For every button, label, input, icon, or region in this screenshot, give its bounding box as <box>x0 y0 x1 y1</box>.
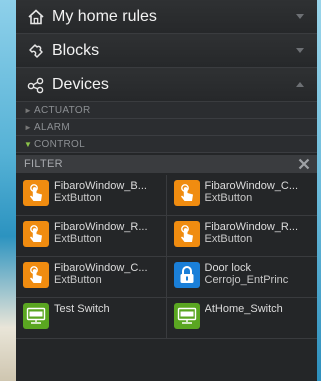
share-icon <box>26 75 46 95</box>
device-name: Door lock <box>204 262 251 274</box>
section-blocks[interactable]: Blocks <box>16 34 317 68</box>
category-control[interactable]: ▼ CONTROL <box>16 136 317 153</box>
close-icon[interactable] <box>297 157 311 171</box>
chevron-down-icon[interactable] <box>295 12 305 22</box>
device-tile[interactable]: FibaroWindow_R... ExtButton <box>166 216 317 257</box>
chevron-up-icon[interactable] <box>295 80 305 90</box>
lock-icon <box>173 262 200 288</box>
device-grid: FibaroWindow_B... ExtButton FibaroWindow… <box>16 175 317 339</box>
section-label: My home rules <box>52 7 157 25</box>
device-name: FibaroWindow_C... <box>204 180 299 192</box>
device-type: ExtButton <box>204 233 253 245</box>
http-icon <box>173 303 200 329</box>
device-name: FibaroWindow_R... <box>54 221 148 233</box>
device-tile[interactable]: AtHome_Switch <box>166 298 317 339</box>
device-tile[interactable]: FibaroWindow_C... ExtButton <box>16 257 167 298</box>
device-tile[interactable]: Door lock Cerrojo_EntPrinc <box>166 257 317 298</box>
touch-icon <box>173 221 200 247</box>
category-alarm[interactable]: ► ALARM <box>16 119 317 136</box>
device-tile[interactable]: FibaroWindow_C... ExtButton <box>166 175 317 216</box>
device-tile[interactable]: FibaroWindow_B... ExtButton <box>16 175 167 216</box>
touch-icon <box>23 262 49 288</box>
device-name: FibaroWindow_C... <box>54 262 148 274</box>
caret-down-icon: ▼ <box>24 139 33 149</box>
device-type: ExtButton <box>204 192 253 204</box>
caret-right-icon: ► <box>24 122 33 132</box>
category-actuator[interactable]: ► ACTUATOR <box>16 102 317 119</box>
filter-bar[interactable]: FILTER <box>16 155 317 173</box>
touch-icon <box>23 221 49 247</box>
puzzle-icon <box>26 41 46 61</box>
touch-icon <box>23 180 49 206</box>
device-type: ExtButton <box>54 274 102 286</box>
device-type: ExtButton <box>54 233 102 245</box>
device-tile[interactable]: FibaroWindow_R... ExtButton <box>16 216 167 257</box>
background-left <box>0 0 16 381</box>
chevron-down-icon[interactable] <box>295 46 305 56</box>
devices-panel: My home rules Blocks Devices ► ACTUATOR … <box>16 0 317 381</box>
section-devices[interactable]: Devices <box>16 68 317 102</box>
device-name: Test Switch <box>54 303 110 315</box>
section-label: Blocks <box>52 41 100 59</box>
touch-icon <box>173 180 200 206</box>
device-type: Cerrojo_EntPrinc <box>204 274 289 286</box>
filter-label: FILTER <box>24 158 63 170</box>
category-label: ALARM <box>34 121 70 133</box>
device-tile[interactable]: Test Switch <box>16 298 167 339</box>
category-label: CONTROL <box>34 138 85 150</box>
section-label: Devices <box>52 75 109 93</box>
http-icon <box>23 303 49 329</box>
device-name: FibaroWindow_R... <box>204 221 299 233</box>
caret-right-icon: ► <box>24 105 33 115</box>
category-label: ACTUATOR <box>34 104 91 116</box>
section-my-home-rules[interactable]: My home rules <box>16 0 317 34</box>
home-icon <box>26 7 46 27</box>
device-name: FibaroWindow_B... <box>54 180 147 192</box>
device-type: ExtButton <box>54 192 102 204</box>
device-name: AtHome_Switch <box>204 303 283 315</box>
